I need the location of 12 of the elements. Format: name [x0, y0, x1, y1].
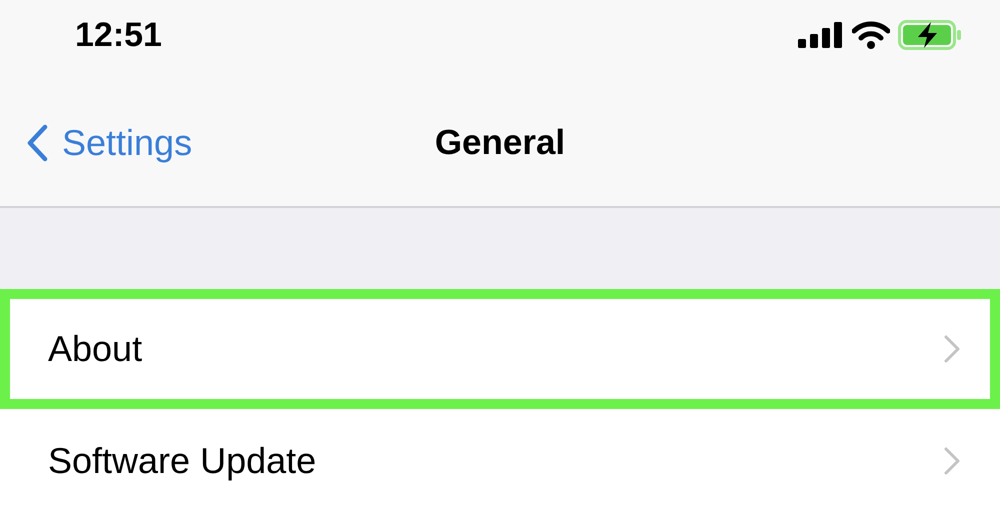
- status-time: 12:51: [75, 16, 162, 54]
- back-chevron-icon: [26, 124, 48, 162]
- highlighted-list-row[interactable]: About: [0, 289, 1000, 409]
- chevron-icon: [944, 447, 960, 475]
- page-title: General: [434, 123, 566, 163]
- signal-icon: [798, 22, 844, 48]
- battery-charging-icon: [898, 20, 962, 50]
- wifi-icon: [852, 21, 890, 49]
- back-button[interactable]: Settings: [26, 122, 192, 164]
- row-label: About: [48, 328, 142, 370]
- chevron-icon: [944, 335, 960, 363]
- row-label: Software Update: [48, 440, 316, 482]
